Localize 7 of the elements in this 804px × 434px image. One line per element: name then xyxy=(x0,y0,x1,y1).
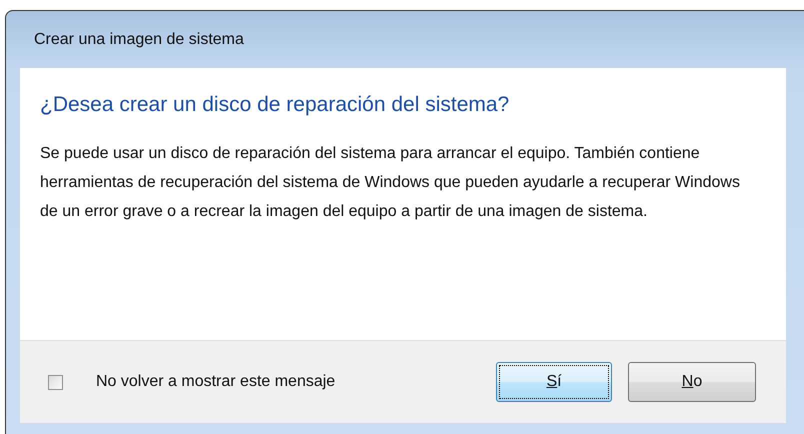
checkbox-label[interactable]: No volver a mostrar este mensaje xyxy=(96,373,336,391)
checkbox[interactable] xyxy=(48,374,63,390)
yes-button[interactable]: Sí xyxy=(496,362,612,402)
no-button[interactable]: No xyxy=(628,362,756,402)
dialog-message: Se puede usar un disco de reparación del sistema para arrancar el equipo. También contiene herramientas de recuperación del sistema de Windows que pueden ayudarle a recuperar Windows de un error grave o a recrear la imagen del equipo a partir de una imagen de sistema. xyxy=(40,144,740,222)
dialog-heading: ¿Desea crear un disco de reparación del sistema? xyxy=(40,93,510,117)
window-title: Crear una imagen de sistema xyxy=(33,30,245,50)
